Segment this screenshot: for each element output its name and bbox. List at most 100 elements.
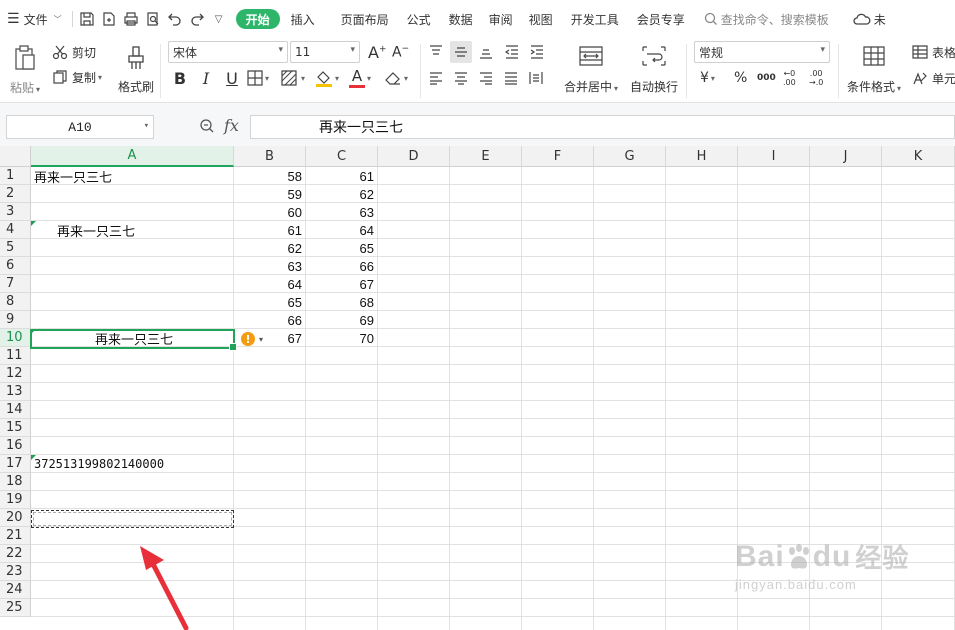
cell-c9[interactable]: 69 [306,311,378,329]
row-header-4[interactable]: 4 [0,221,31,239]
cell-c6[interactable]: 66 [306,257,378,275]
row-header-2[interactable]: 2 [0,185,31,203]
row-header-10[interactable]: 10 [0,329,31,347]
file-menu[interactable]: ☰ 文件 ﹀ [0,7,69,31]
row-header-17[interactable]: 17 [0,455,31,473]
wrap-text-button[interactable]: 自动换行 [628,40,680,100]
row-header-20[interactable]: 20 [0,509,31,527]
tab-developer[interactable]: 开发工具 [564,7,626,31]
row-header-24[interactable]: 24 [0,581,31,599]
cut-button[interactable]: 剪切 [52,43,96,61]
column-header-g[interactable]: G [594,146,666,167]
cell-b1[interactable]: 58 [234,167,306,185]
cell-b2[interactable]: 59 [234,185,306,203]
column-header-d[interactable]: D [378,146,450,167]
cell-a17[interactable]: 372513199802140000 [31,455,234,473]
number-format-select[interactable]: 常规 ▾ [694,41,830,63]
save-icon[interactable] [79,11,95,27]
distribute-button[interactable] [526,69,546,87]
italic-button[interactable]: I [196,68,216,88]
increase-font-size-button[interactable]: A+ [368,42,387,62]
currency-format-button[interactable]: ¥ ▾ [700,68,715,88]
row-header-9[interactable]: 9 [0,311,31,329]
font-color-button[interactable]: A ▾ [349,67,371,89]
cell-c8[interactable]: 68 [306,293,378,311]
print-icon[interactable] [123,11,139,27]
tab-data[interactable]: 数据 [442,7,480,31]
column-header-a[interactable]: A [31,146,234,167]
row-header-6[interactable]: 6 [0,257,31,275]
bold-button[interactable]: B [170,68,190,88]
tab-member[interactable]: 会员专享 [630,7,692,31]
column-header-f[interactable]: F [522,146,594,167]
align-bottom-button[interactable] [476,43,496,61]
column-header-i[interactable]: I [738,146,810,167]
cell-shading-button[interactable]: ▾ [281,69,305,87]
cell-style-button[interactable]: 单元 [912,69,955,87]
column-header-e[interactable]: E [450,146,522,167]
borders-button[interactable]: ▾ [247,69,269,87]
format-painter-button[interactable]: 格式刷 [116,40,156,100]
cell-c7[interactable]: 67 [306,275,378,293]
row-header-12[interactable]: 12 [0,365,31,383]
row-header-25[interactable]: 25 [0,599,31,617]
copy-button[interactable]: 复制 ▾ [52,68,102,86]
cell-a4[interactable]: 再来一只三七 [31,221,234,240]
spreadsheet-grid[interactable]: A B C D E F G H I J K 1 2 3 4 5 6 7 8 9 10 11 12 13 14 15 16 17 18 19… [0,146,955,630]
cell-b9[interactable]: 66 [234,311,306,329]
cell-c5[interactable]: 65 [306,239,378,257]
row-header-8[interactable]: 8 [0,293,31,311]
column-header-c[interactable]: C [306,146,378,167]
align-top-button[interactable] [426,43,446,61]
paste-button[interactable]: 粘贴 ▾ [10,40,40,100]
redo-icon[interactable] [189,11,205,27]
column-header-b[interactable]: B [234,146,306,167]
tab-page-layout[interactable]: 页面布局 [334,7,396,31]
tab-formulas[interactable]: 公式 [400,7,438,31]
thousands-separator-button[interactable]: 000 [757,68,776,88]
name-box[interactable]: A10 ▾ [6,115,154,139]
row-header-19[interactable]: 19 [0,491,31,509]
conditional-format-button[interactable]: 条件格式 ▾ [845,40,903,100]
cell-b8[interactable]: 65 [234,293,306,311]
row-header-5[interactable]: 5 [0,239,31,257]
increase-indent-button[interactable] [527,43,547,61]
cell-b5[interactable]: 62 [234,239,306,257]
merge-center-button[interactable]: 合并居中 ▾ [558,40,624,100]
align-left-button[interactable] [426,69,446,87]
row-header-23[interactable]: 23 [0,563,31,581]
table-style-button[interactable]: 表格 [912,43,955,61]
formula-input[interactable]: 再来一只三七 [250,115,955,139]
underline-button[interactable]: U [222,68,242,88]
tab-view[interactable]: 视图 [522,7,560,31]
clear-format-button[interactable]: ▾ [384,69,408,87]
tab-insert[interactable]: 插入 [284,7,322,31]
row-header-15[interactable]: 15 [0,419,31,437]
increase-decimal-button[interactable]: ←0.00 [783,66,796,90]
cell-b6[interactable]: 63 [234,257,306,275]
row-header-22[interactable]: 22 [0,545,31,563]
tab-review[interactable]: 审阅 [482,7,520,31]
cell-a10[interactable]: 再来一只三七 [31,329,234,348]
row-header-13[interactable]: 13 [0,383,31,401]
justify-button[interactable] [501,69,521,87]
align-right-button[interactable] [476,69,496,87]
row-header-1[interactable]: 1 [0,167,31,185]
row-header-14[interactable]: 14 [0,401,31,419]
cell-c1[interactable]: 61 [306,167,378,185]
decrease-indent-button[interactable] [502,43,522,61]
fill-color-button[interactable]: ▾ [315,68,339,88]
decrease-decimal-button[interactable]: .00 →.0 [809,66,823,90]
cell-c4[interactable]: 64 [306,221,378,239]
cell-c10[interactable]: 70 [306,329,378,347]
cloud-sync[interactable]: 未 [853,11,886,28]
column-header-h[interactable]: H [666,146,738,167]
align-center-button[interactable] [451,69,471,87]
cell-b3[interactable]: 60 [234,203,306,221]
cell-a1[interactable]: 再来一只三七 [31,167,234,186]
command-search[interactable]: 查找命令、搜索模板 [704,11,829,28]
export-icon[interactable] [101,11,117,27]
row-header-18[interactable]: 18 [0,473,31,491]
cell-b4[interactable]: 61 [234,221,306,239]
row-header-16[interactable]: 16 [0,437,31,455]
